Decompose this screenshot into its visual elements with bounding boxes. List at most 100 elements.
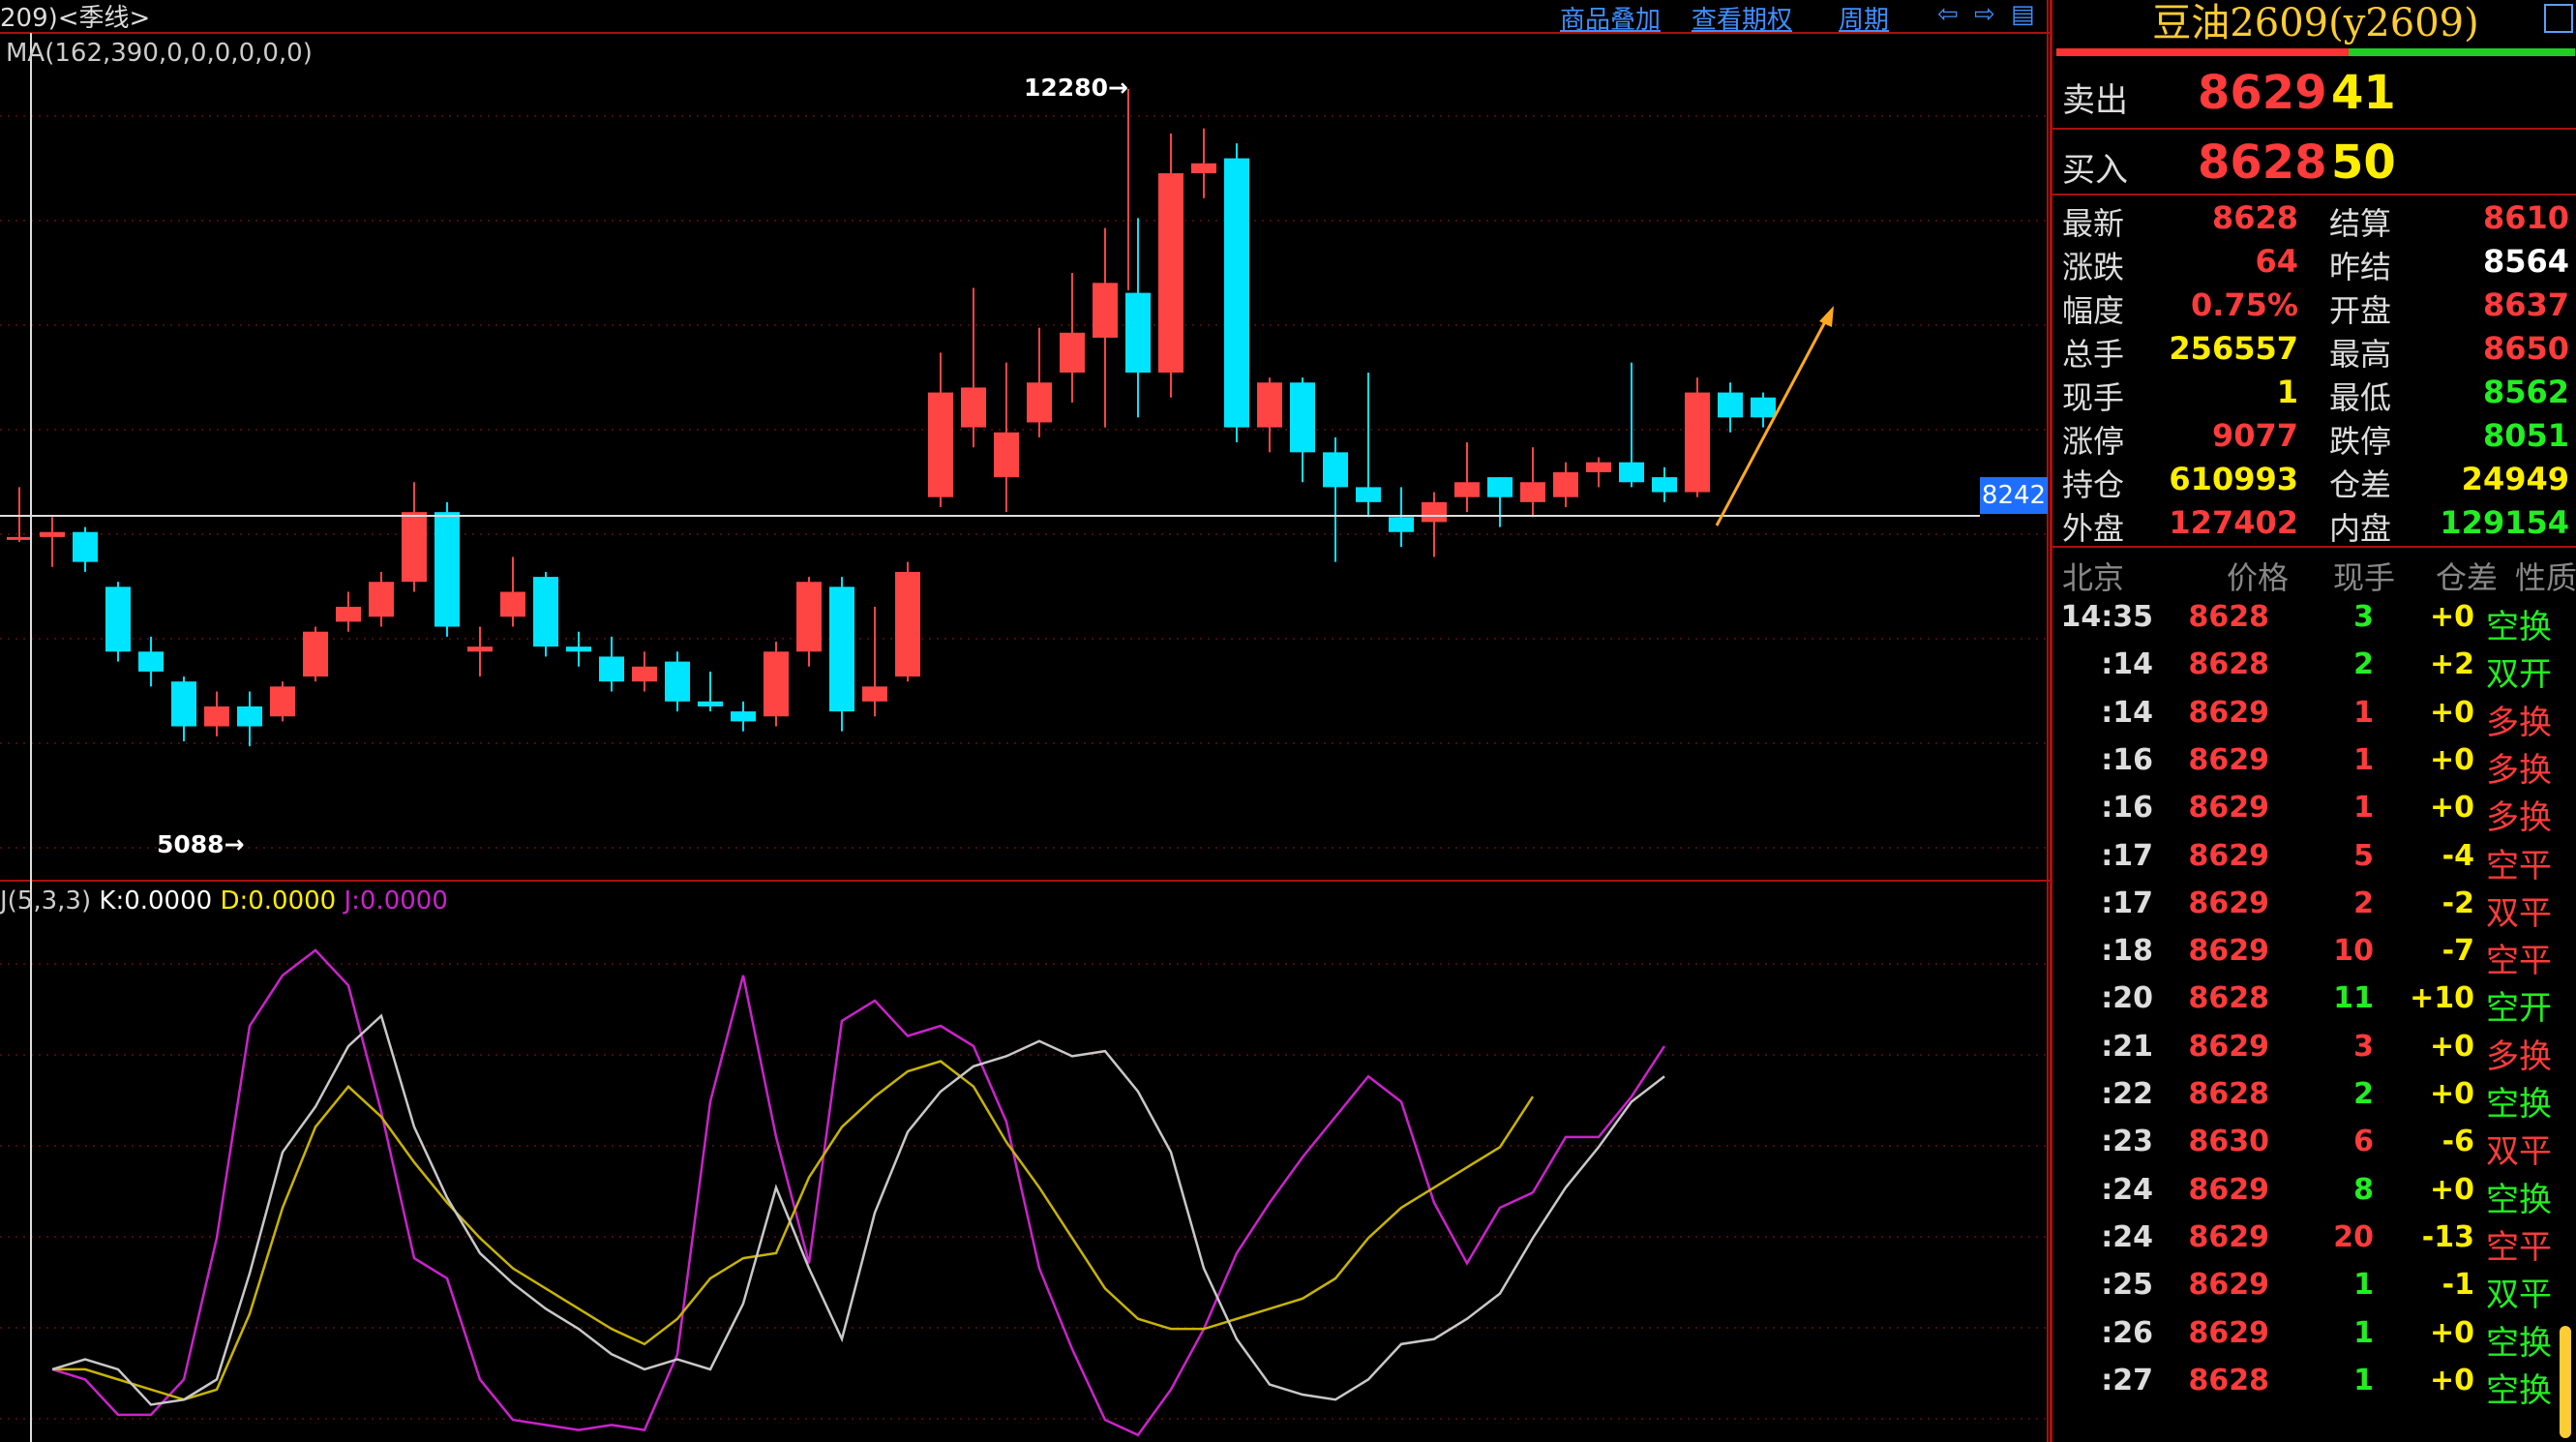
stat-value: 8610 xyxy=(2482,199,2569,236)
tick-nature: 多换 xyxy=(2486,703,2552,742)
overlay-commodity-link[interactable]: 商品叠加 xyxy=(1560,0,1661,36)
candle-body xyxy=(1454,482,1480,497)
tick-price: 8628 xyxy=(2188,1363,2270,1397)
candle-body xyxy=(1257,382,1282,428)
stat-value: 8562 xyxy=(2482,374,2569,410)
candle-body xyxy=(138,651,164,672)
layout-icon[interactable]: ▤ xyxy=(2011,0,2035,29)
bid-price: 8628 xyxy=(2198,135,2327,190)
stat-value: 8051 xyxy=(2482,417,2569,454)
tick-oi-change: +0 xyxy=(2429,1315,2474,1350)
tick-price: 8630 xyxy=(2188,1125,2270,1159)
stat-row: 涨跌 64 昨结 8564 xyxy=(2052,239,2576,285)
current-price-tag: 8242 xyxy=(1980,477,2048,514)
candle-body xyxy=(928,392,953,497)
stat-row: 幅度 0.75% 开盘 8637 xyxy=(2052,283,2576,329)
candle-body xyxy=(1553,471,1578,497)
stat-value: 8637 xyxy=(2482,286,2569,323)
tick-row[interactable]: :14 8629 1 +0 多换 xyxy=(2052,690,2576,742)
ask-row: 卖出 8629 41 xyxy=(2052,60,2576,124)
kdj-d-value: D:0.0000 xyxy=(220,886,337,916)
tick-row[interactable]: :21 8629 3 +0 多换 xyxy=(2052,1024,2576,1076)
tick-row[interactable]: :17 8629 5 -4 空平 xyxy=(2052,833,2576,886)
col-nature: 性质 xyxy=(2515,559,2576,596)
ask-volume: 41 xyxy=(2331,66,2396,120)
tick-row[interactable]: :16 8629 1 +0 多换 xyxy=(2052,737,2576,790)
candle-body xyxy=(73,531,98,562)
kdj-k-line xyxy=(51,1013,1665,1406)
bid-volume: 50 xyxy=(2331,135,2396,190)
tick-row[interactable]: 14:35 8628 3 +0 空换 xyxy=(2052,594,2576,646)
stat-label: 结算 xyxy=(2329,205,2392,242)
view-options-link[interactable]: 查看期权 xyxy=(1692,0,1792,36)
tick-time: :26 xyxy=(2101,1315,2153,1350)
candle-body xyxy=(862,686,887,702)
tick-time: :18 xyxy=(2101,934,2153,969)
tick-row[interactable]: :22 8628 2 +0 空换 xyxy=(2052,1071,2576,1124)
tick-row[interactable]: :24 8629 20 -13 空平 xyxy=(2052,1215,2576,1267)
tick-row[interactable]: :27 8628 1 +0 空换 xyxy=(2052,1358,2576,1410)
candle-body xyxy=(7,536,32,540)
tick-time: :21 xyxy=(2101,1029,2153,1064)
tick-row[interactable]: :14 8628 2 +2 双开 xyxy=(2052,642,2576,694)
tick-row[interactable]: :16 8629 1 +0 多换 xyxy=(2052,785,2576,837)
tick-oi-change: +0 xyxy=(2429,695,2474,730)
bid-ask-ratio-bar-green xyxy=(2349,48,2575,56)
tick-price: 8628 xyxy=(2188,1077,2270,1111)
tick-volume: 1 xyxy=(2353,1268,2374,1303)
period-link[interactable]: 周期 xyxy=(1839,0,1889,36)
candle-body xyxy=(533,577,558,647)
ask-price: 8629 xyxy=(2198,66,2327,120)
stat-value: 8650 xyxy=(2482,330,2569,367)
tick-nature: 空换 xyxy=(2486,608,2552,646)
candle-body xyxy=(40,531,65,537)
tick-price: 8629 xyxy=(2188,1172,2270,1207)
tick-price: 8629 xyxy=(2188,934,2270,969)
tick-scrollbar[interactable] xyxy=(2560,1326,2571,1438)
chart-canvas[interactable] xyxy=(0,0,2050,1442)
nav-left-icon[interactable]: ⇦ xyxy=(1937,0,1959,29)
low-price-label: 5088→ xyxy=(157,830,245,858)
tick-time: :22 xyxy=(2101,1077,2153,1111)
candle-body xyxy=(1027,382,1052,423)
nav-right-icon[interactable]: ⇨ xyxy=(1974,0,1995,29)
stat-row: 现手 1 最低 8562 xyxy=(2052,370,2576,416)
stat-value: 256557 xyxy=(2169,330,2298,367)
tick-time: :24 xyxy=(2101,1219,2153,1254)
tick-time: :16 xyxy=(2101,791,2153,826)
tick-oi-change: -13 xyxy=(2421,1219,2474,1254)
candle-body xyxy=(1586,462,1611,472)
tick-oi-change: +0 xyxy=(2429,1077,2474,1111)
candle-body xyxy=(1487,477,1513,497)
tick-row[interactable]: :25 8629 1 -1 双平 xyxy=(2052,1262,2576,1314)
tick-oi-change: +0 xyxy=(2429,600,2474,634)
tick-nature: 空平 xyxy=(2486,1227,2552,1267)
tick-row[interactable]: :24 8629 8 +0 空换 xyxy=(2052,1167,2576,1219)
tick-row[interactable]: :18 8629 10 -7 空平 xyxy=(2052,928,2576,980)
candle-body xyxy=(796,582,822,652)
tick-row[interactable]: :26 8629 1 +0 空换 xyxy=(2052,1310,2576,1363)
tick-row[interactable]: :20 8628 11 +10 空开 xyxy=(2052,976,2576,1028)
tick-oi-change: -1 xyxy=(2441,1268,2474,1303)
tick-nature: 双平 xyxy=(2486,1276,2552,1315)
tick-time: :17 xyxy=(2101,886,2153,920)
stat-value: 8628 xyxy=(2211,199,2298,236)
kdj-j-value: J:0.0000 xyxy=(344,886,448,916)
tick-oi-change: +10 xyxy=(2410,981,2474,1016)
tick-nature: 多换 xyxy=(2486,798,2552,838)
candle-body xyxy=(467,646,493,652)
stat-label: 仓差 xyxy=(2329,466,2392,503)
restore-window-icon[interactable] xyxy=(2544,4,2573,33)
tick-price: 8629 xyxy=(2188,1029,2270,1064)
tick-row[interactable]: :23 8630 6 -6 双平 xyxy=(2052,1119,2576,1171)
stat-row: 最新 8628 结算 8610 xyxy=(2052,195,2576,242)
stat-label: 昨结 xyxy=(2329,249,2392,285)
kdj-indicator-label: J(5,3,3) K:0.0000 D:0.0000 J:0.0000 xyxy=(0,886,448,916)
tick-volume: 1 xyxy=(2353,1363,2374,1397)
tick-row[interactable]: :17 8629 2 -2 双平 xyxy=(2052,881,2576,933)
candle-body xyxy=(1158,173,1183,373)
candle-body xyxy=(698,701,723,706)
tick-nature: 空平 xyxy=(2486,942,2552,981)
candle-body xyxy=(566,646,591,652)
tick-nature: 空换 xyxy=(2486,1180,2552,1219)
